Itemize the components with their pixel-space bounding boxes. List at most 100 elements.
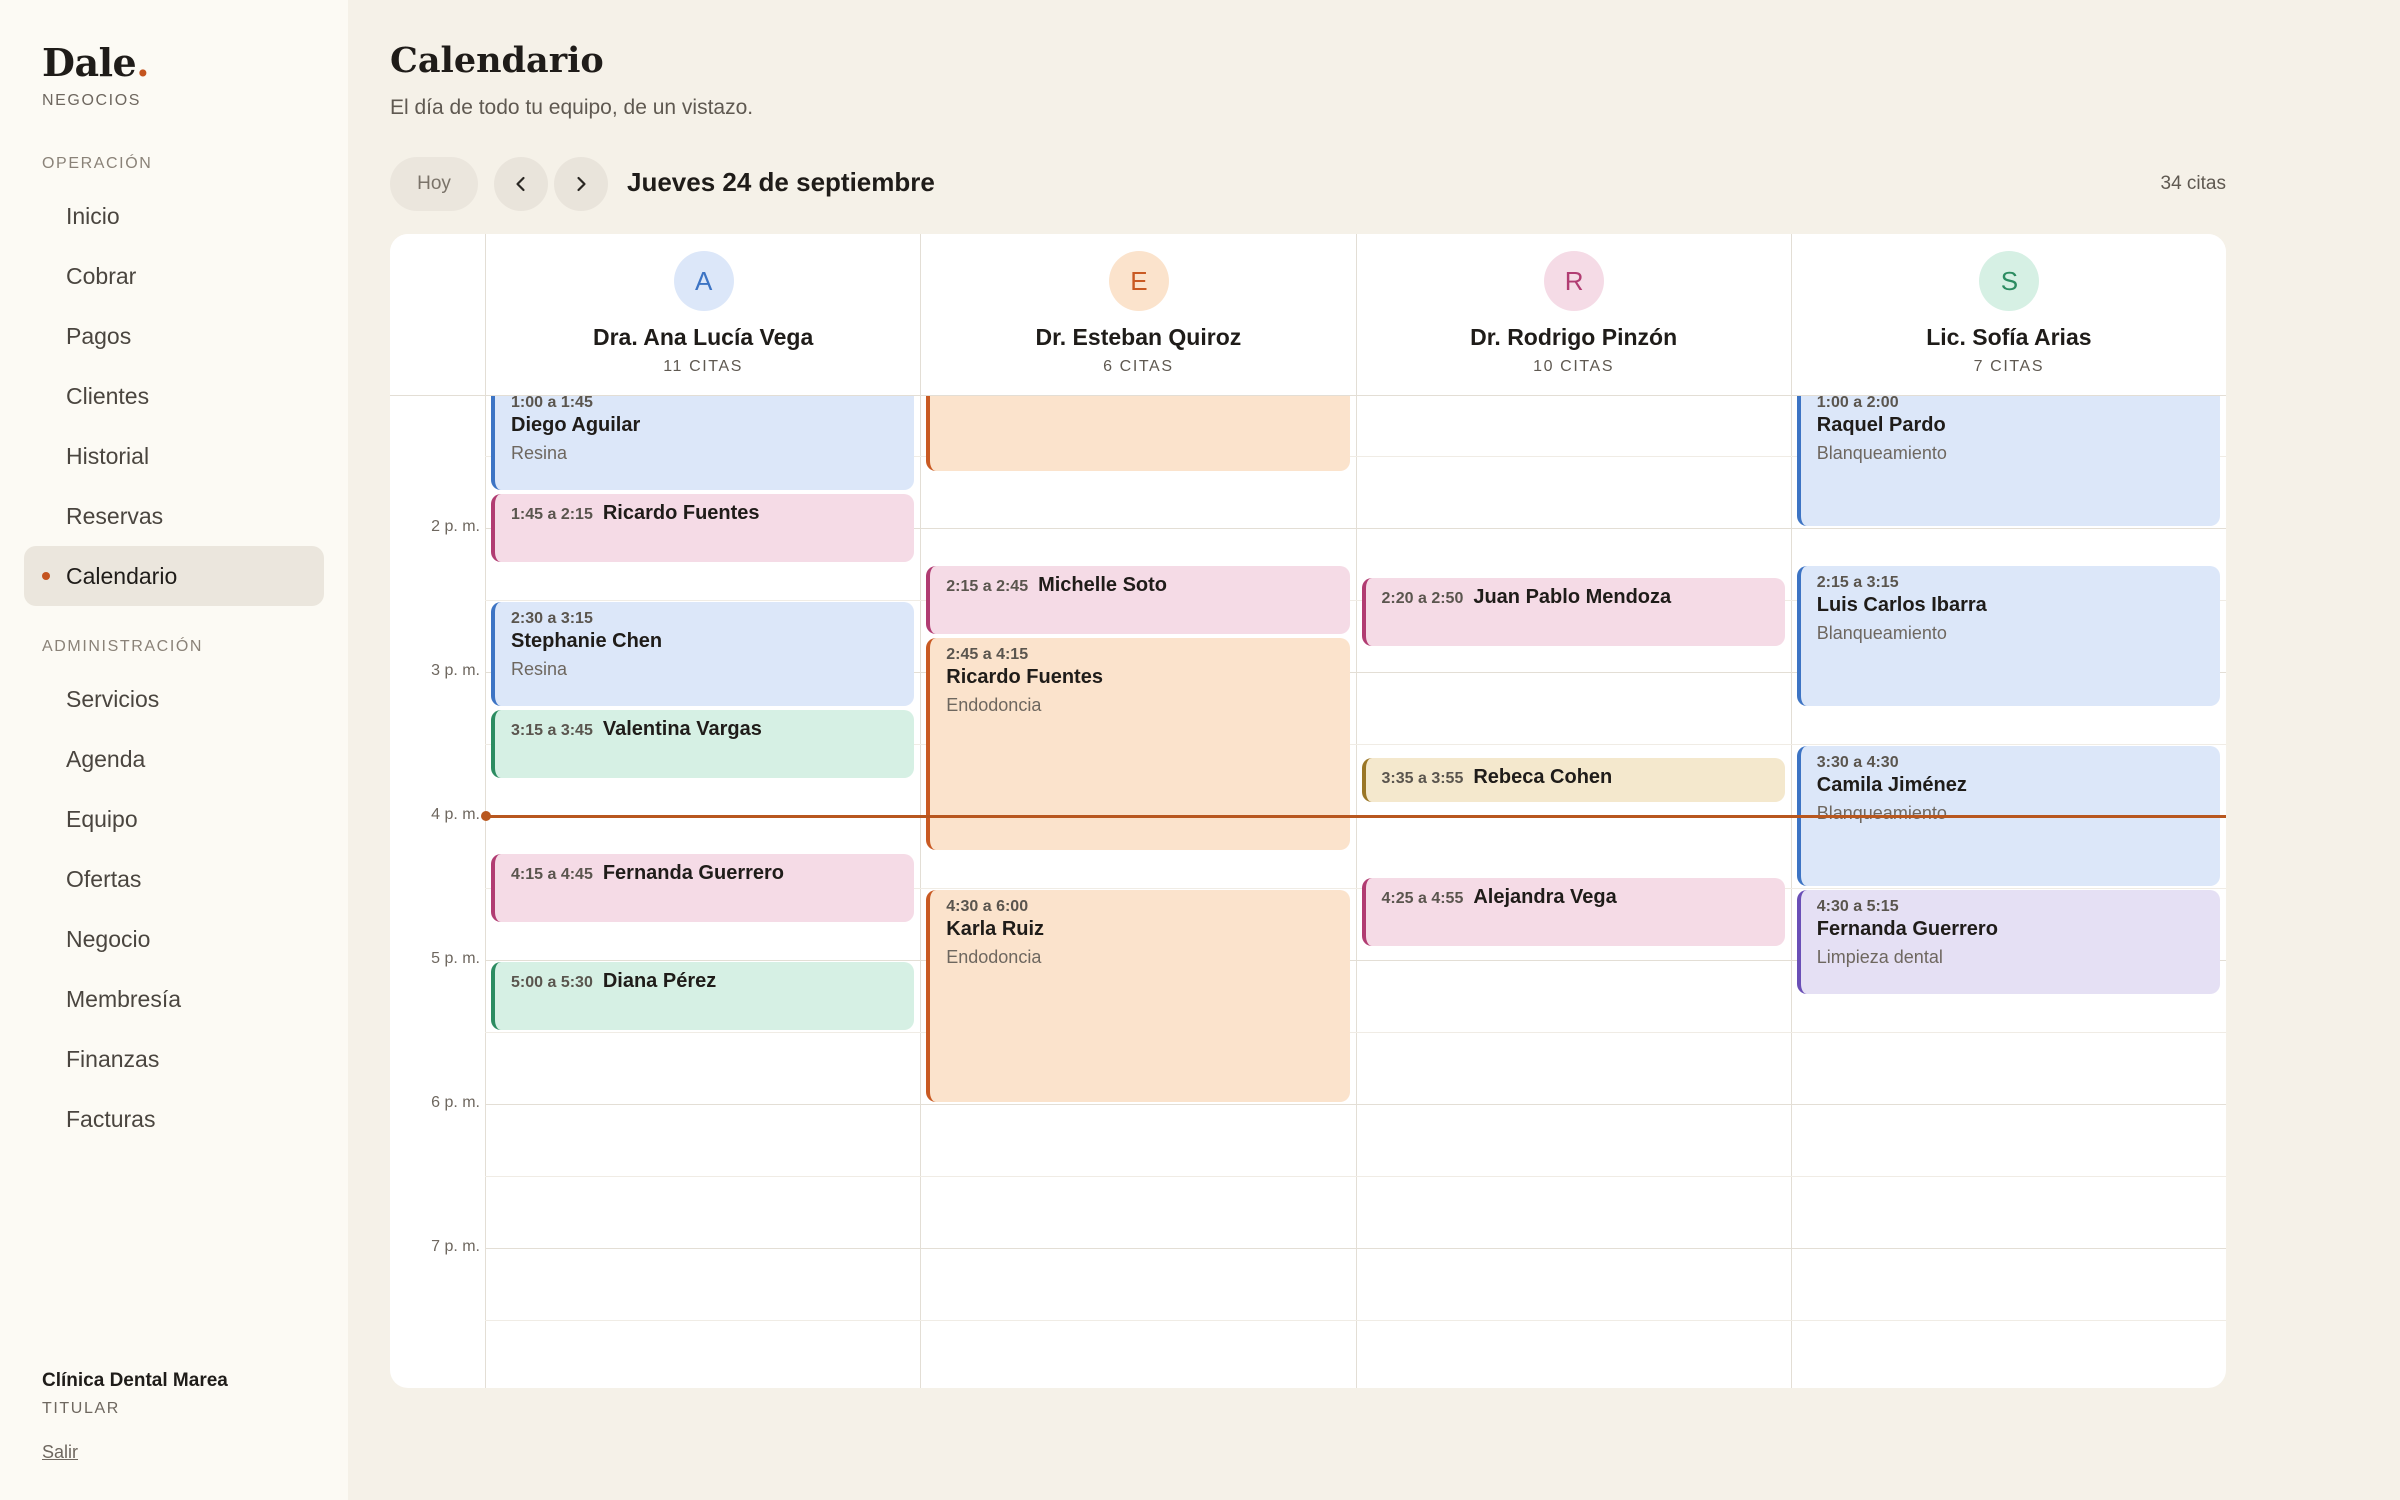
sidebar-item-equipo[interactable]: Equipo xyxy=(24,789,324,849)
appointment-client: Camila Jiménez xyxy=(1816,774,1967,796)
staff-column-header[interactable]: R Dr. Rodrigo Pinzón 10 CITAS xyxy=(1355,234,1791,396)
sidebar-item-label: Ofertas xyxy=(66,866,142,892)
appointment-card[interactable]: 4:15 a 4:45 Fernanda Guerrero xyxy=(491,854,915,922)
logout-link[interactable]: Salir xyxy=(42,1442,78,1463)
appointment-time: 2:30 a 3:15 xyxy=(511,610,593,627)
appointment-card[interactable]: 1:45 a 2:15 Ricardo Fuentes xyxy=(491,494,915,562)
appointment-card[interactable]: 3:15 a 3:45 Valentina Vargas xyxy=(491,710,915,778)
staff-appointment-count: 10 CITAS xyxy=(1533,358,1615,375)
sidebar-item-pagos[interactable]: Pagos xyxy=(24,306,324,366)
sidebar-item-clientes[interactable]: Clientes xyxy=(24,366,324,426)
sidebar-item-agenda[interactable]: Agenda xyxy=(24,729,324,789)
appointment-card[interactable]: 3:35 a 3:55 Rebeca Cohen xyxy=(1361,758,1785,802)
column-divider xyxy=(485,396,486,1388)
appointment-client: Valentina Vargas xyxy=(602,718,762,740)
appointment-time: 3:15 a 3:45 xyxy=(511,722,593,739)
calendar-body[interactable]: 2 p. m. 3 p. m. 4 p. m. 5 p. m. 6 p. m. 7 p. … xyxy=(390,396,2226,1388)
staff-name: Lic. Sofía Arias xyxy=(1926,324,2092,350)
sidebar-item-label: Agenda xyxy=(66,746,146,772)
appointment-card[interactable]: 4:25 a 4:55 Alejandra Vega xyxy=(1361,878,1785,946)
appointment-time: 1:45 a 2:15 xyxy=(511,506,593,523)
today-button[interactable]: Hoy xyxy=(390,157,478,211)
sidebar-item-reservas[interactable]: Reservas xyxy=(24,486,324,546)
appointment-card[interactable]: 2:30 a 3:15 Stephanie Chen Resina xyxy=(491,602,915,706)
column-divider xyxy=(920,396,922,1388)
sidebar-item-label: Equipo xyxy=(66,806,138,832)
page-title: Calendario xyxy=(390,40,604,81)
time-label: 4 p. m. xyxy=(431,806,480,823)
appointment-card[interactable]: 1:00 a 2:00 Raquel Pardo Blanqueamiento xyxy=(1796,396,2220,526)
org-name: Clínica Dental Marea xyxy=(42,1370,228,1391)
sidebar-item-calendario[interactable]: Calendario xyxy=(24,546,324,606)
appointment-time: 3:30 a 4:30 xyxy=(1816,754,1899,771)
staff-column-header[interactable]: E Dr. Esteban Quiroz 6 CITAS xyxy=(920,234,1355,396)
sidebar-item-cobrar[interactable]: Cobrar xyxy=(24,246,324,306)
time-label: 7 p. m. xyxy=(431,1238,480,1255)
staff-name: Dr. Esteban Quiroz xyxy=(1035,324,1242,350)
sidebar-item-label: Reservas xyxy=(66,503,164,529)
appointment-summary: 2:15 a 2:45 Michelle Soto xyxy=(946,574,1349,597)
appointment-service: Limpieza dental xyxy=(1816,947,1943,967)
appointment-client: Raquel Pardo xyxy=(1816,414,1946,436)
appointment-service: Endodoncia xyxy=(946,695,1042,715)
staff-avatar: A xyxy=(673,251,734,311)
sidebar-item-servicios[interactable]: Servicios xyxy=(24,669,324,729)
sidebar-item-negocio[interactable]: Negocio xyxy=(24,909,324,969)
appointment-time: 2:15 a 2:45 xyxy=(946,578,1029,595)
brand-subtitle: NEGOCIOS xyxy=(42,92,142,109)
appointment-card[interactable]: 2:20 a 2:50 Juan Pablo Mendoza xyxy=(1361,578,1785,646)
appointment-summary: 3:15 a 3:45 Valentina Vargas xyxy=(511,718,914,741)
appointment-time: 2:20 a 2:50 xyxy=(1381,590,1464,607)
sidebar-item-finanzas[interactable]: Finanzas xyxy=(24,1029,324,1089)
staff-appointment-count: 11 CITAS xyxy=(663,358,744,375)
org-role: TITULAR xyxy=(42,1400,120,1417)
appointment-card[interactable]: 4:30 a 6:00 Karla Ruiz Endodoncia xyxy=(926,890,1350,1102)
appointment-client: Stephanie Chen xyxy=(511,630,663,652)
sidebar-item-historial[interactable]: Historial xyxy=(24,426,324,486)
appointment-time: 4:30 a 5:15 xyxy=(1816,898,1899,915)
sidebar-item-membresia[interactable]: Membresía xyxy=(24,969,324,1029)
sidebar-item-label: Historial xyxy=(66,443,150,469)
staff-column-header[interactable]: A Dra. Ana Lucía Vega 11 CITAS xyxy=(485,234,920,396)
appointment-card[interactable]: 2:45 a 4:15 Ricardo Fuentes Endodoncia xyxy=(926,638,1350,850)
appointment-card[interactable]: 5:00 a 5:30 Diana Pérez xyxy=(491,962,915,1030)
time-label: 3 p. m. xyxy=(431,662,480,679)
sidebar-item-facturas[interactable]: Facturas xyxy=(24,1089,324,1149)
appointment-client: Juan Pablo Mendoza xyxy=(1473,586,1672,608)
chevron-right-icon xyxy=(577,176,586,192)
sidebar-item-ofertas[interactable]: Ofertas xyxy=(24,849,324,909)
appointment-service: Endodoncia xyxy=(946,947,1042,967)
staff-avatar: S xyxy=(1979,251,2040,311)
appointment-time: 3:35 a 3:55 xyxy=(1381,770,1464,787)
appointment-card[interactable]: 2:15 a 3:15 Luis Carlos Ibarra Blanqueamie… xyxy=(1796,566,2220,706)
prev-day-button[interactable] xyxy=(494,157,548,211)
brand-logo[interactable]: Dale. xyxy=(42,40,149,85)
staff-column-header[interactable]: S Lic. Sofía Arias 7 CITAS xyxy=(1790,234,2226,396)
current-time-dot xyxy=(481,811,491,821)
appointment-summary: 5:00 a 5:30 Diana Pérez xyxy=(511,970,914,993)
sidebar-item-inicio[interactable]: Inicio xyxy=(24,186,324,246)
section-label-operacion: OPERACIÓN xyxy=(42,155,153,172)
appointment-time: 4:30 a 6:00 xyxy=(946,898,1029,915)
appointment-card[interactable]: 4:30 a 5:15 Fernanda Guerrero Limpieza den… xyxy=(1796,890,2220,994)
appointment-time: 1:00 a 2:00 xyxy=(1816,396,1899,411)
sidebar-item-label: Facturas xyxy=(66,1106,156,1132)
time-label: 6 p. m. xyxy=(431,1094,480,1111)
sidebar-item-label: Membresía xyxy=(66,986,182,1012)
appointment-client: Fernanda Guerrero xyxy=(602,862,785,884)
column-divider xyxy=(1355,396,1357,1388)
sidebar-item-label: Cobrar xyxy=(66,263,137,289)
staff-avatar: E xyxy=(1108,251,1169,311)
sidebar-item-label: Servicios xyxy=(66,686,160,712)
appointment-card[interactable]: 2:15 a 2:45 Michelle Soto xyxy=(926,566,1350,634)
staff-name: Dr. Rodrigo Pinzón xyxy=(1470,324,1678,350)
appointment-card[interactable] xyxy=(926,396,1350,471)
appointment-count: 34 citas xyxy=(2160,173,2226,194)
sidebar-item-label: Pagos xyxy=(66,323,132,349)
active-indicator-dot xyxy=(42,572,50,580)
next-day-button[interactable] xyxy=(554,157,608,211)
appointment-client: Michelle Soto xyxy=(1038,574,1167,596)
appointment-card[interactable]: 1:00 a 1:45 Diego Aguilar Resina xyxy=(491,396,915,490)
appointment-client: Fernanda Guerrero xyxy=(1816,918,1998,940)
sidebar-item-label: Inicio xyxy=(66,203,120,229)
